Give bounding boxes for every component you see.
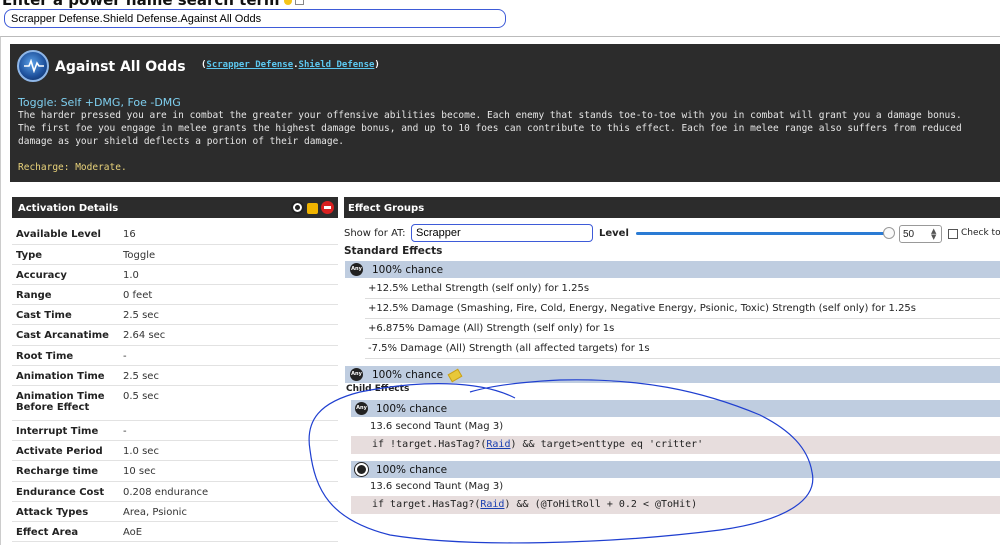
activation-value: -	[119, 420, 338, 442]
activation-table: Available Level 16 Type Toggle Accuracy 1.0 Ra…	[12, 224, 338, 543]
activation-label: Interrupt Time	[12, 420, 119, 442]
power-description: The harder pressed you are in combat the…	[18, 110, 962, 147]
activation-value: Toggle	[119, 244, 338, 265]
activation-label: Attack Types	[12, 501, 119, 522]
activation-value: 2.64 sec	[119, 324, 338, 346]
activation-label: Root Time	[12, 345, 119, 366]
activation-value: 1.0	[119, 264, 338, 286]
power-name: Against All Odds	[55, 59, 186, 75]
power-icon	[17, 50, 49, 82]
any-badge-icon: Any	[355, 402, 368, 415]
activation-row: Interrupt Time -	[12, 420, 338, 442]
effect-item: -7.5% Damage (All) Strength (all affecte…	[365, 339, 1000, 359]
activation-label: Activate Period	[12, 440, 119, 462]
effect-group-header: Any 100% chance	[345, 366, 1000, 383]
activation-value: Area, Psionic	[119, 501, 338, 522]
level-label: Level	[599, 228, 629, 239]
activation-row: Available Level 16	[12, 224, 338, 245]
activation-row: Cast Arcanatime 2.64 sec	[12, 324, 338, 346]
link-shield-defense[interactable]: Shield Defense	[299, 60, 375, 70]
activation-label: Effect Area	[12, 521, 119, 543]
power-short-help: Toggle: Self +DMG, Foe -DMG	[18, 96, 181, 109]
page-title: Enter a power name search term	[2, 0, 304, 9]
child-effects-title: Child Effects	[346, 384, 410, 394]
activation-label: Animation Time Before Effect	[12, 385, 119, 421]
activation-value: 0 feet	[119, 284, 338, 306]
globe-icon	[355, 463, 368, 476]
activation-row: Cast Time 2.5 sec	[12, 304, 338, 326]
condition-row: if !target.HasTag?(Raid) && target>entty…	[351, 436, 1000, 454]
any-badge-icon: Any	[350, 368, 363, 381]
remove-icon[interactable]	[321, 201, 334, 214]
activation-label: Range	[12, 284, 119, 306]
activation-value: AoE	[119, 521, 338, 543]
power-summary-panel: Against All Odds (Scrapper Defense.Shiel…	[10, 44, 1000, 182]
activation-row: Root Time -	[12, 345, 338, 366]
standard-effects-title: Standard Effects	[344, 245, 443, 257]
check-checkbox[interactable]	[948, 229, 958, 239]
link-scrapper-defense[interactable]: Scrapper Defense	[206, 60, 293, 70]
activation-row: Recharge time 10 sec	[12, 460, 338, 482]
activation-value: -	[119, 345, 338, 366]
level-slider-handle[interactable]	[883, 227, 895, 239]
activation-row: Type Toggle	[12, 244, 338, 265]
activation-value: 2.5 sec	[119, 304, 338, 326]
child-effect-item: 13.6 second Taunt (Mag 3)	[370, 421, 504, 432]
activation-label: Accuracy	[12, 264, 119, 286]
activation-row: Attack Types Area, Psionic	[12, 501, 338, 522]
activation-row: Effect Area AoE	[12, 521, 338, 543]
activation-label: Animation Time	[12, 365, 119, 387]
copy-icon[interactable]	[294, 0, 304, 5]
power-recharge: Recharge: Moderate.	[18, 162, 127, 173]
activation-value: 16	[119, 224, 338, 245]
effect-group-header: Any 100% chance	[345, 261, 1000, 278]
activation-value: 10 sec	[119, 460, 338, 482]
activation-details-header: Activation Details	[12, 197, 338, 218]
archetype-input[interactable]	[411, 224, 593, 242]
child-effect-item: 13.6 second Taunt (Mag 3)	[370, 481, 504, 492]
activation-label: Available Level	[12, 224, 119, 245]
powerset-links: (Scrapper Defense.Shield Defense)	[201, 60, 380, 70]
activation-value: 0.5 sec	[119, 385, 338, 421]
activation-value: 0.208 endurance	[119, 481, 338, 502]
effect-item: +12.5% Lethal Strength (self only) for 1…	[365, 279, 1000, 299]
tag-icon[interactable]	[447, 368, 463, 382]
power-search-input[interactable]	[4, 9, 506, 28]
check-label: Check to	[961, 228, 1000, 238]
activation-row: Animation Time Before Effect 0.5 sec	[12, 385, 338, 421]
activation-row: Activate Period 1.0 sec	[12, 440, 338, 462]
activation-label: Recharge time	[12, 460, 119, 482]
activation-row: Accuracy 1.0	[12, 264, 338, 286]
effect-item: +12.5% Damage (Smashing, Fire, Cold, Ene…	[365, 299, 1000, 319]
any-badge-icon: Any	[350, 263, 363, 276]
activation-label: Type	[12, 244, 119, 265]
activation-value: 2.5 sec	[119, 365, 338, 387]
effect-item: +6.875% Damage (All) Strength (self only…	[365, 319, 1000, 339]
show-for-label: Show for AT:	[344, 228, 406, 239]
activation-row: Endurance Cost 0.208 endurance	[12, 481, 338, 502]
level-stepper[interactable]: 50 ▲ ▼	[899, 225, 942, 243]
condition-row: if target.HasTag?(Raid) && (@ToHitRoll +…	[351, 496, 1000, 514]
activation-label: Cast Time	[12, 304, 119, 326]
eye-icon[interactable]	[291, 201, 304, 214]
activation-label: Endurance Cost	[12, 481, 119, 502]
lock-icon[interactable]	[307, 203, 318, 214]
effect-groups-header: Effect Groups	[344, 197, 1000, 218]
raid-link[interactable]: Raid	[486, 439, 510, 450]
spinner-icon[interactable]: ▲ ▼	[931, 228, 939, 241]
raid-link[interactable]: Raid	[480, 499, 504, 510]
help-icon[interactable]	[283, 0, 292, 5]
activation-row: Animation Time 2.5 sec	[12, 365, 338, 387]
activation-value: 1.0 sec	[119, 440, 338, 462]
activation-label: Cast Arcanatime	[12, 324, 119, 346]
activation-row: Range 0 feet	[12, 284, 338, 306]
child-group-header: Any 100% chance	[351, 400, 1000, 417]
child-group-header: 100% chance	[351, 461, 1000, 478]
level-slider[interactable]	[636, 232, 890, 235]
